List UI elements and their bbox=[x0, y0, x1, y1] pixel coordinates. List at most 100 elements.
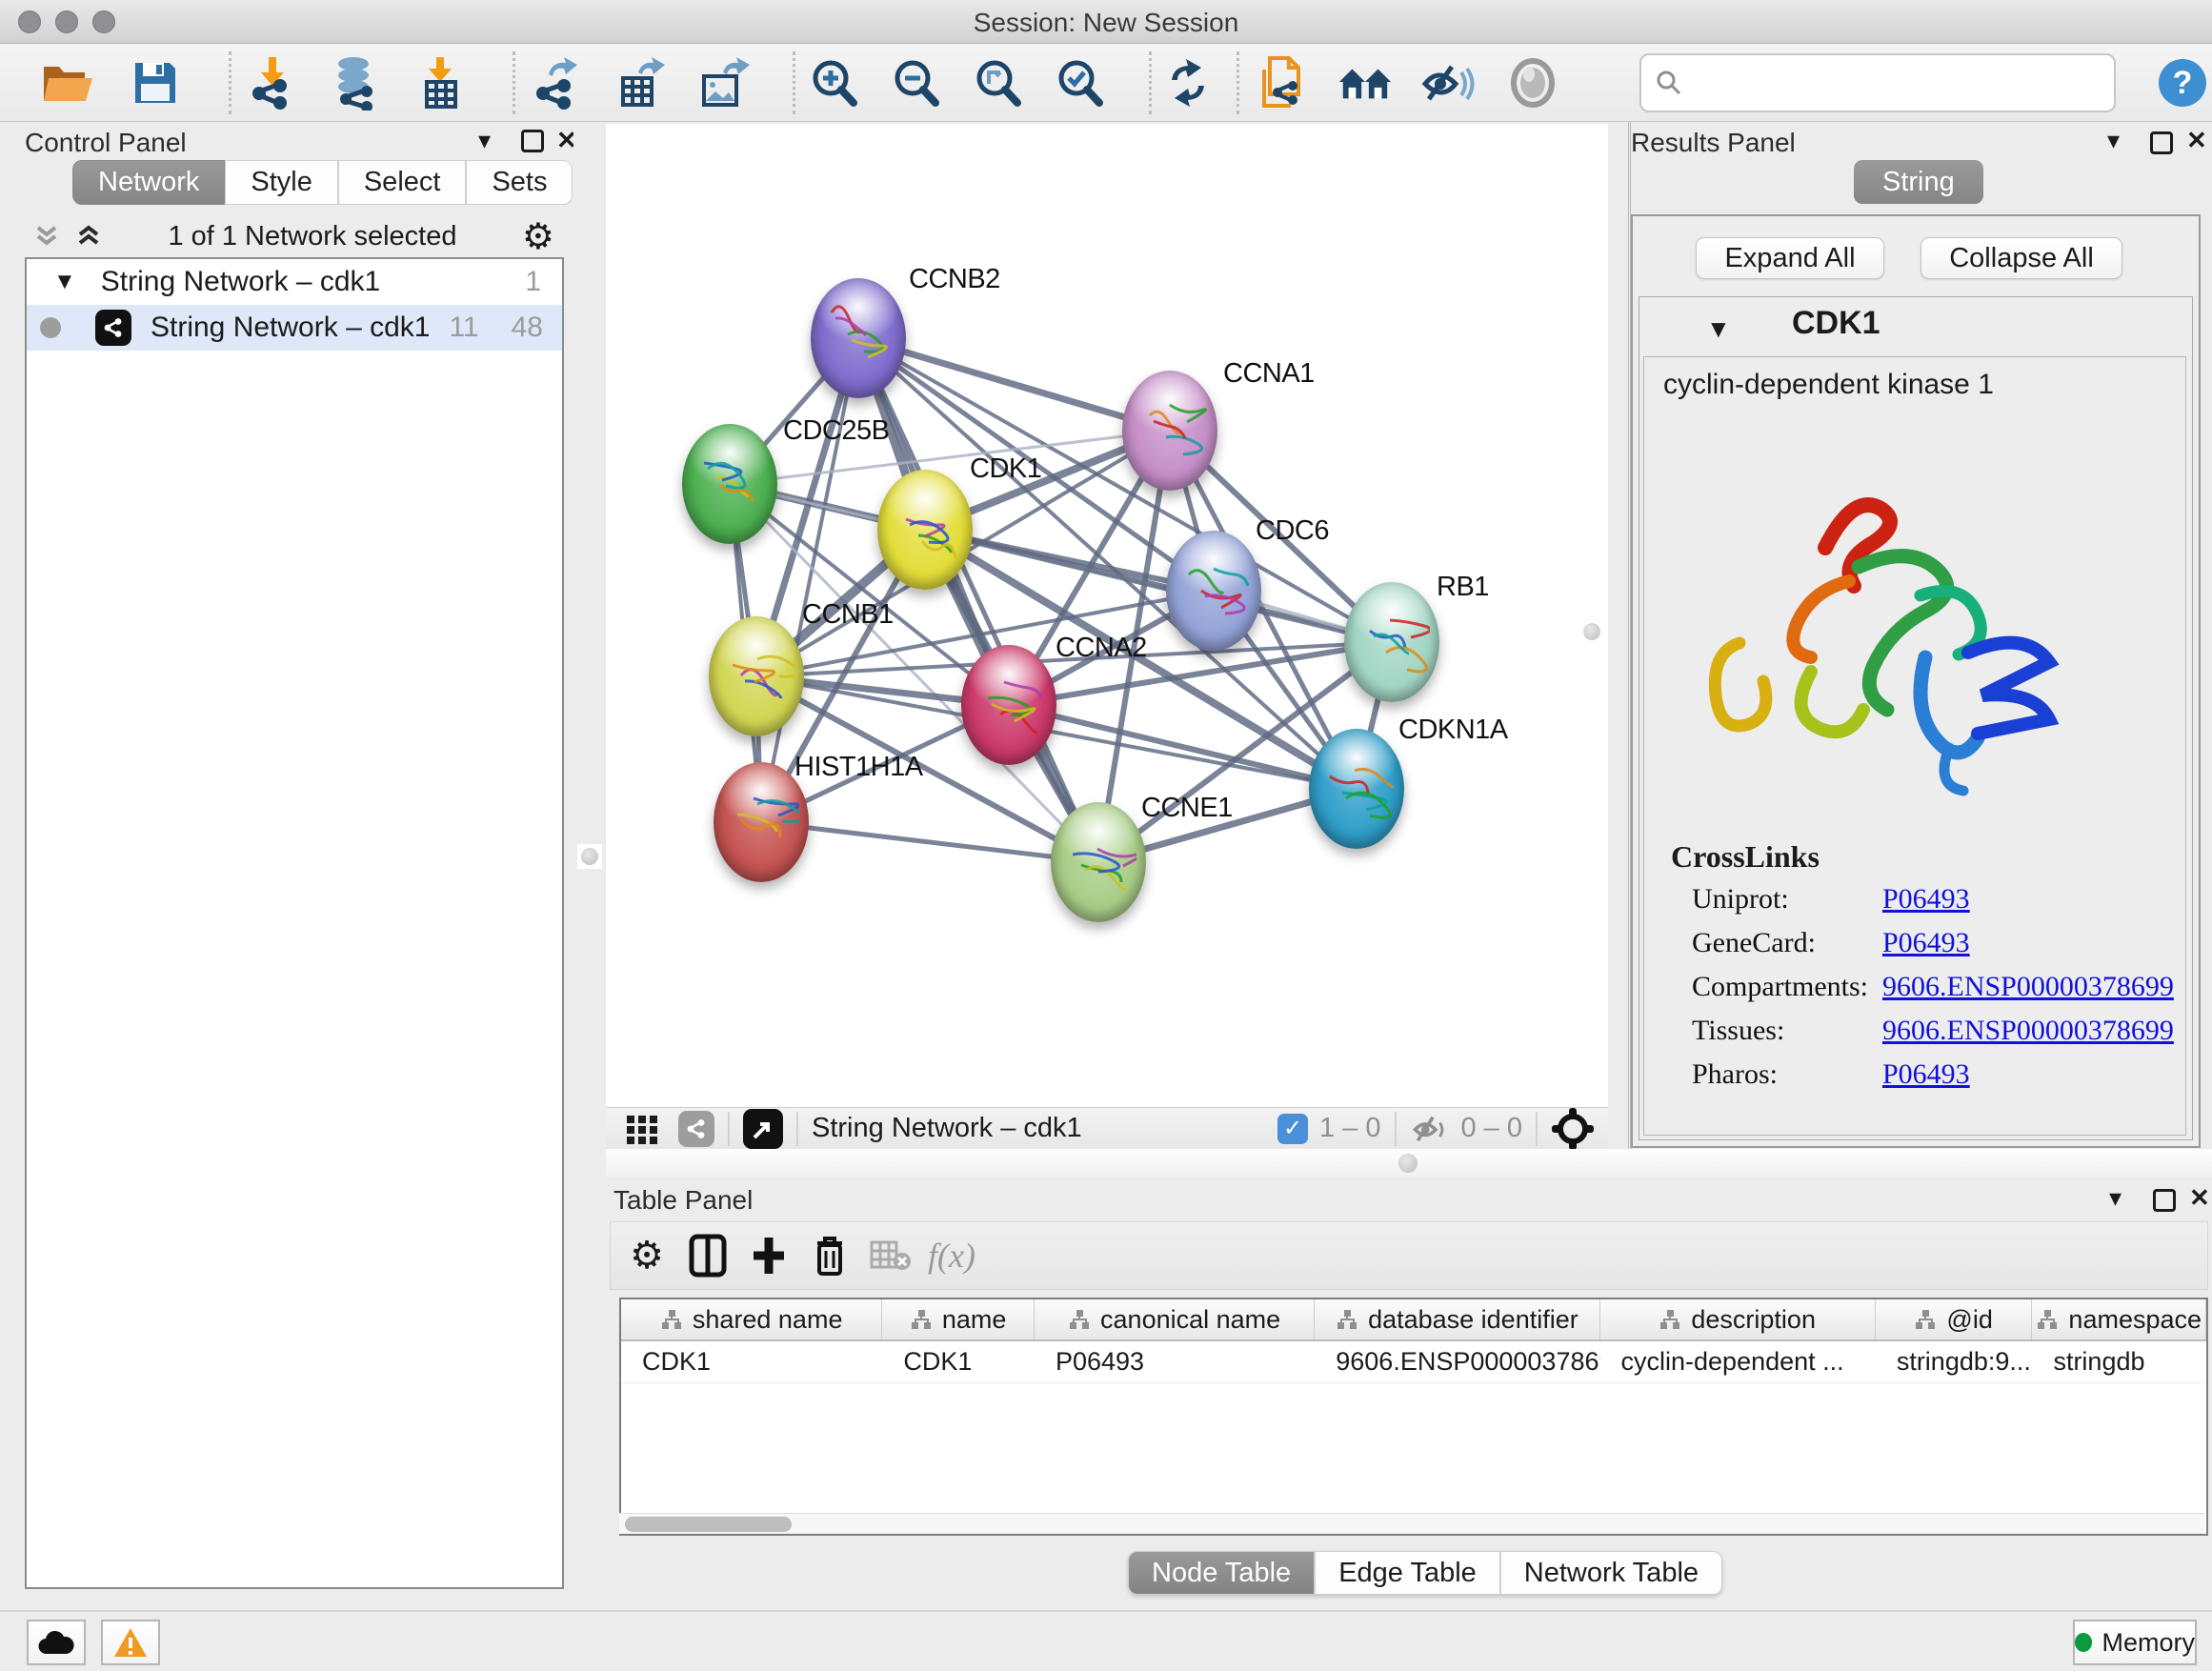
help-icon[interactable]: ? bbox=[2155, 55, 2210, 111]
database-import-icon[interactable] bbox=[328, 55, 383, 111]
table-export-icon[interactable] bbox=[612, 55, 667, 111]
gear-icon[interactable]: ⚙ bbox=[616, 1234, 677, 1278]
tab-string[interactable]: String bbox=[1854, 160, 1983, 204]
column-header--id[interactable]: @id bbox=[1876, 1299, 2033, 1339]
network-node-ccna1[interactable] bbox=[1122, 371, 1217, 491]
network-collection-row[interactable]: ▼ String Network – cdk1 1 bbox=[27, 259, 562, 305]
float-panel-icon[interactable] bbox=[2153, 1189, 2176, 1212]
table-cell[interactable]: stringdb bbox=[2032, 1341, 2206, 1382]
network-edge[interactable] bbox=[761, 338, 858, 822]
crosslink-uniprot-link[interactable]: P06493 bbox=[1882, 883, 1970, 916]
eye-slash-icon[interactable] bbox=[1421, 55, 1477, 111]
left-splitter-grip[interactable] bbox=[581, 848, 598, 865]
tab-edge-table[interactable]: Edge Table bbox=[1315, 1551, 1500, 1595]
columns-icon[interactable] bbox=[677, 1234, 738, 1278]
table-cell[interactable]: 9606.ENSP00000378699 bbox=[1315, 1341, 1599, 1382]
crosslink-pharos-link[interactable]: P06493 bbox=[1882, 1058, 1970, 1091]
network-node-ccna2[interactable] bbox=[961, 645, 1056, 765]
hidden-eye-icon[interactable] bbox=[1410, 1112, 1452, 1146]
network-canvas[interactable]: CCNB2CCNA1CDC25BCDK1CDC6RB1CCNB1CCNA2CDK… bbox=[606, 124, 1608, 1107]
triangle-down-icon[interactable]: ▼ bbox=[53, 269, 76, 295]
collapse-panel-icon[interactable]: ▾ bbox=[2107, 126, 2120, 154]
search-field[interactable] bbox=[1639, 53, 2116, 112]
expand-all-button[interactable]: Expand All bbox=[1696, 237, 1884, 279]
table-cell[interactable]: cyclin-dependent ... bbox=[1600, 1341, 1876, 1382]
collapse-panel-icon[interactable]: ▾ bbox=[2109, 1183, 2122, 1212]
horizontal-splitter-grip[interactable] bbox=[1398, 1154, 1418, 1173]
memory-button[interactable]: Memory bbox=[2073, 1620, 2197, 1665]
triangle-down-icon[interactable]: ▼ bbox=[1706, 314, 1731, 344]
add-column-icon[interactable] bbox=[738, 1234, 799, 1278]
table-row[interactable]: CDK1CDK1P064939606.ENSP00000378699cyclin… bbox=[621, 1341, 2206, 1383]
network-node-cdk1[interactable] bbox=[877, 470, 973, 590]
column-header-database-identifier[interactable]: database identifier bbox=[1315, 1299, 1599, 1339]
table-tabs: Node Table Edge Table Network Table bbox=[1128, 1551, 1722, 1595]
tab-node-table[interactable]: Node Table bbox=[1128, 1551, 1315, 1595]
network-import-icon[interactable] bbox=[244, 55, 299, 111]
network-node-cdc25b[interactable] bbox=[682, 424, 777, 544]
column-header-name[interactable]: name bbox=[882, 1299, 1035, 1339]
crosshair-target-icon[interactable] bbox=[1551, 1107, 1595, 1151]
tab-network-table[interactable]: Network Table bbox=[1500, 1551, 1722, 1595]
chevron-double-down-icon[interactable] bbox=[32, 222, 61, 251]
collapse-all-button[interactable]: Collapse All bbox=[1920, 237, 2122, 279]
right-splitter-grip[interactable] bbox=[1583, 623, 1600, 640]
gear-icon[interactable]: ⚙ bbox=[522, 215, 554, 258]
float-panel-icon[interactable] bbox=[2150, 131, 2173, 154]
network-node-cdkn1a[interactable] bbox=[1309, 729, 1404, 849]
floppy-disk-icon[interactable] bbox=[128, 55, 183, 111]
folder-open-icon[interactable] bbox=[40, 55, 95, 111]
chevron-double-up-icon[interactable] bbox=[74, 222, 103, 251]
magnifier-minus-icon[interactable] bbox=[888, 55, 943, 111]
search-input[interactable] bbox=[1683, 69, 2083, 98]
documents-share-icon[interactable] bbox=[1254, 55, 1309, 111]
network-node-rb1[interactable] bbox=[1344, 582, 1439, 702]
network-node-ccne1[interactable] bbox=[1051, 802, 1146, 922]
network-edge[interactable] bbox=[761, 822, 1098, 862]
warning-button[interactable] bbox=[101, 1620, 160, 1665]
horizontal-splitter[interactable] bbox=[606, 1149, 2212, 1178]
tab-select[interactable]: Select bbox=[338, 160, 467, 205]
table-cell[interactable]: CDK1 bbox=[882, 1341, 1035, 1382]
magnifier-plus-icon[interactable] bbox=[806, 55, 861, 111]
float-panel-icon[interactable] bbox=[521, 130, 544, 152]
table-hscrollbar-thumb[interactable] bbox=[625, 1517, 792, 1532]
column-header-namespace[interactable]: namespace bbox=[2032, 1299, 2206, 1339]
refresh-arrows-icon[interactable] bbox=[1160, 55, 1216, 111]
right-splitter[interactable] bbox=[1608, 122, 1631, 1149]
table-cell[interactable]: P06493 bbox=[1035, 1341, 1315, 1382]
crosslink-compartments-link[interactable]: 9606.ENSP00000378699 bbox=[1882, 971, 2174, 1003]
collapse-panel-icon[interactable]: ▾ bbox=[478, 126, 491, 154]
tab-sets[interactable]: Sets bbox=[466, 160, 573, 205]
close-panel-icon[interactable]: ✕ bbox=[2186, 126, 2207, 154]
table-import-icon[interactable] bbox=[412, 55, 467, 111]
cloud-button[interactable] bbox=[27, 1620, 86, 1665]
column-header-shared-name[interactable]: shared name bbox=[621, 1299, 882, 1339]
magnifier-check-icon[interactable] bbox=[1052, 55, 1107, 111]
table-hscrollbar[interactable] bbox=[619, 1513, 2204, 1534]
image-export-icon[interactable] bbox=[695, 55, 751, 111]
column-header-description[interactable]: description bbox=[1600, 1299, 1876, 1339]
table-cell[interactable]: stringdb:9... bbox=[1876, 1341, 2033, 1382]
network-node-ccnb1[interactable] bbox=[709, 616, 804, 736]
selected-checkbox-icon[interactable]: ✓ bbox=[1277, 1114, 1308, 1144]
trash-icon[interactable] bbox=[799, 1234, 860, 1278]
crosslink-tissues-link[interactable]: 9606.ENSP00000378699 bbox=[1882, 1015, 2174, 1047]
network-node-ccnb2[interactable] bbox=[811, 278, 906, 398]
network-row[interactable]: String Network – cdk1 11 48 bbox=[27, 305, 562, 351]
network-edge[interactable] bbox=[858, 338, 1098, 862]
column-header-canonical-name[interactable]: canonical name bbox=[1035, 1299, 1315, 1339]
network-share-view-icon[interactable] bbox=[678, 1111, 714, 1147]
table-cell[interactable]: CDK1 bbox=[621, 1341, 882, 1382]
network-export-icon[interactable] bbox=[528, 55, 583, 111]
network-node-cdc6[interactable] bbox=[1166, 531, 1261, 651]
crosslink-genecard-link[interactable]: P06493 bbox=[1882, 927, 1970, 959]
left-splitter[interactable] bbox=[573, 122, 606, 1602]
houses-icon[interactable] bbox=[1337, 55, 1393, 111]
tab-style[interactable]: Style bbox=[225, 160, 337, 205]
open-in-window-icon[interactable] bbox=[743, 1109, 783, 1149]
close-panel-icon[interactable]: ✕ bbox=[2189, 1183, 2210, 1212]
tab-network[interactable]: Network bbox=[72, 160, 225, 205]
magnifier-fit-icon[interactable] bbox=[970, 55, 1025, 111]
grid-view-icon[interactable] bbox=[623, 1110, 661, 1148]
